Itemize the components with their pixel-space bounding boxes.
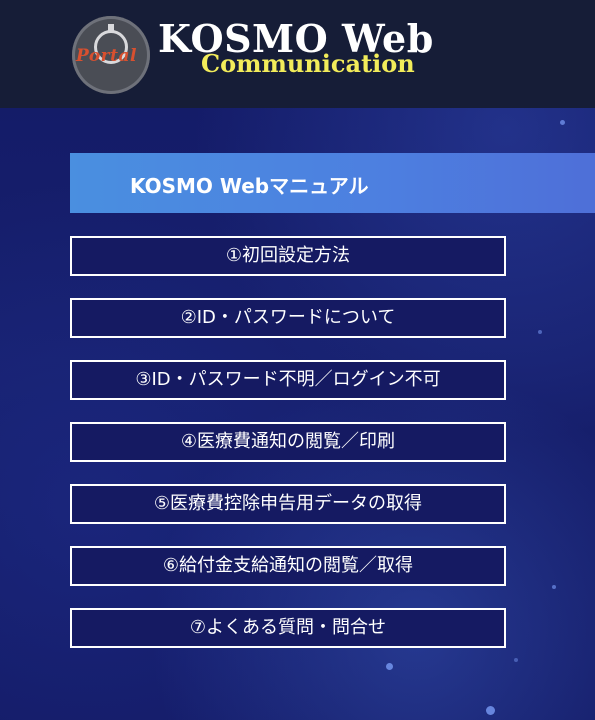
menu-button-medical-notice[interactable]: ④医療費通知の閲覧／印刷 — [70, 422, 506, 462]
background-sparkle — [514, 658, 518, 662]
menu-button-id-password[interactable]: ②ID・パスワードについて — [70, 298, 506, 338]
section-title: KOSMO Webマニュアル — [130, 174, 369, 198]
background-sparkle — [560, 120, 565, 125]
background-sparkle — [386, 663, 393, 670]
site-header: Portal KOSMO Web Communication — [0, 0, 595, 108]
background-sparkle — [486, 706, 495, 715]
menu-button-benefit-notice[interactable]: ⑥給付金支給通知の閲覧／取得 — [70, 546, 506, 586]
menu-button-login-trouble[interactable]: ③ID・パスワード不明／ログイン不可 — [70, 360, 506, 400]
menu-button-faq[interactable]: ⑦よくある質問・問合せ — [70, 608, 506, 648]
menu-button-initial-setup[interactable]: ①初回設定方法 — [70, 236, 506, 276]
background-sparkle — [552, 585, 556, 589]
section-banner: KOSMO Webマニュアル — [70, 153, 595, 213]
background-sparkle — [538, 330, 542, 334]
logo-badge-text: Portal — [76, 46, 137, 66]
portal-logo-badge[interactable]: Portal — [72, 16, 150, 94]
logo-subtitle: Communication — [201, 49, 415, 78]
manual-menu: ①初回設定方法 ②ID・パスワードについて ③ID・パスワード不明／ログイン不可… — [70, 236, 506, 670]
menu-button-deduction-data[interactable]: ⑤医療費控除申告用データの取得 — [70, 484, 506, 524]
